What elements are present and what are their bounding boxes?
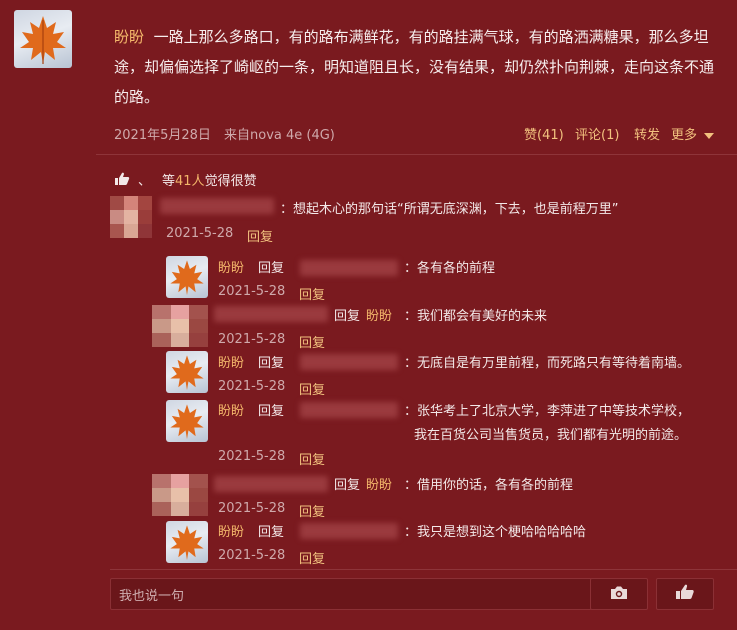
reply-target-blurred[interactable] [300, 523, 398, 539]
reply-avatar-blurred[interactable] [152, 474, 208, 516]
reply-link[interactable]: 回复 [299, 501, 325, 520]
reply-avatar[interactable] [166, 351, 208, 393]
reply-input-placeholder: 我也说一句 [119, 589, 185, 604]
reply-word: 回复 [258, 525, 285, 540]
post-divider [96, 154, 737, 155]
reply-author-name[interactable]: 盼盼 [218, 521, 244, 540]
reply-date: 2021-5-28 [218, 501, 286, 516]
camera-icon [610, 585, 628, 604]
reply-author-blurred[interactable] [214, 476, 328, 492]
reply-text: ：无底自是有万里前程，而死路只有等待着南墙。 [404, 356, 691, 371]
commenter-name-blurred[interactable] [160, 198, 274, 214]
likes-count[interactable]: 41人 [175, 174, 205, 189]
caret-down-icon [704, 132, 715, 139]
reply-word: 回复 [258, 356, 285, 371]
reply-link[interactable]: 回复 [299, 379, 325, 398]
post-more-label: 更多 [671, 128, 698, 143]
post-repost-link[interactable]: 转发 [634, 124, 660, 143]
likes-prefix: 等 [162, 174, 176, 189]
reply-avatar[interactable] [166, 521, 208, 563]
thumbs-up-icon[interactable] [114, 171, 130, 190]
reply-date: 2021-5-28 [218, 449, 286, 464]
post-like-link[interactable]: 赞(41) [524, 124, 564, 143]
reply-word: 回复 [334, 478, 361, 493]
reply-date: 2021-5-28 [218, 284, 286, 299]
reply-area-divider [110, 569, 737, 570]
likes-separator: 、 [138, 174, 152, 189]
reply-input[interactable]: 我也说一句 [110, 578, 592, 610]
likes-suffix: 觉得很赞 [204, 174, 257, 189]
reply-avatar-blurred[interactable] [152, 305, 208, 347]
reply-link[interactable]: 回复 [299, 548, 325, 567]
commenter-avatar-blurred[interactable] [110, 196, 152, 238]
reply-target-blurred[interactable] [300, 354, 398, 370]
reply-date: 2021-5-28 [218, 332, 286, 347]
reply-date: 2021-5-28 [218, 379, 286, 394]
reply-text: ：各有各的前程 [404, 261, 496, 276]
top-comment-reply-link[interactable]: 回复 [247, 226, 273, 245]
reply-link[interactable]: 回复 [299, 449, 325, 468]
post-more-link[interactable]: 更多 [671, 124, 715, 143]
reply-target-name[interactable]: 盼盼 [366, 474, 392, 493]
reply-date: 2021-5-28 [218, 548, 286, 563]
post-comment-link[interactable]: 评论(1) [575, 124, 619, 143]
reply-author-name[interactable]: 盼盼 [218, 352, 244, 371]
reply-text: ：张华考上了北京大学，李萍进了中等技术学校， [404, 404, 691, 419]
reply-target-blurred[interactable] [300, 260, 398, 276]
post-source[interactable]: 来自nova 4e (4G) [224, 124, 335, 143]
reply-avatar[interactable] [166, 400, 208, 442]
reply-text: ：借用你的话，各有各的前程 [404, 478, 574, 493]
top-comment-date: 2021-5-28 [166, 226, 234, 241]
camera-button[interactable] [590, 578, 648, 610]
reply-word: 回复 [334, 309, 361, 324]
reply-word: 回复 [258, 404, 285, 419]
post-author-name[interactable]: 盼盼 [114, 28, 144, 46]
like-hand-icon [675, 584, 695, 604]
post-body: 盼盼 一路上那么多路口，有的路布满鲜花，有的路挂满气球，有的路洒满糖果，那么多坦… [114, 22, 724, 112]
reply-author-blurred[interactable] [214, 306, 328, 322]
reply-author-name[interactable]: 盼盼 [218, 400, 244, 419]
reply-avatar[interactable] [166, 256, 208, 298]
reply-target-blurred[interactable] [300, 402, 398, 418]
post-date: 2021年5月28日 [114, 128, 211, 143]
reply-link[interactable]: 回复 [299, 332, 325, 351]
reply-text: ：我们都会有美好的未来 [404, 309, 548, 324]
reply-author-name[interactable]: 盼盼 [218, 257, 244, 276]
like-button[interactable] [656, 578, 714, 610]
post-author-avatar[interactable] [14, 10, 72, 68]
top-comment-text: ：想起木心的那句话“所谓无底深渊，下去，也是前程万里” [280, 202, 619, 217]
reply-link[interactable]: 回复 [299, 284, 325, 303]
likes-summary: 等41人觉得很赞 [162, 170, 257, 189]
post-text: 一路上那么多路口，有的路布满鲜花，有的路挂满气球，有的路洒满糖果，那么多坦途，却… [114, 28, 715, 106]
reply-word: 回复 [258, 261, 285, 276]
reply-text-line2: 我在百货公司当售货员，我们都有光明的前途。 [414, 428, 688, 443]
reply-target-name[interactable]: 盼盼 [366, 305, 392, 324]
reply-text: ：我只是想到这个梗哈哈哈哈哈 [404, 525, 587, 540]
